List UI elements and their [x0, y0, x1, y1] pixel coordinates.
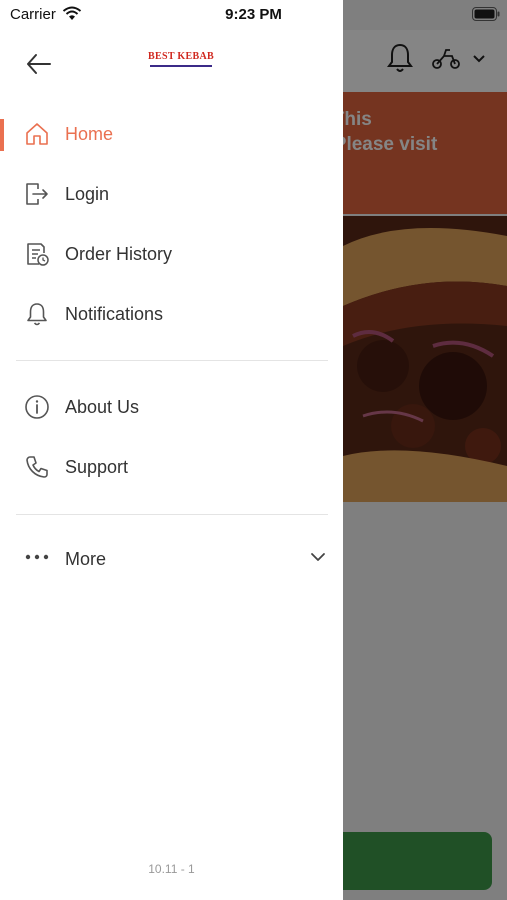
menu-item-support[interactable]: Support [0, 442, 343, 494]
chevron-down-icon[interactable] [310, 552, 326, 562]
bell-icon [27, 303, 47, 326]
menu-divider [16, 514, 328, 515]
menu-item-notifications[interactable]: Notifications [0, 289, 343, 341]
back-arrow-icon[interactable] [24, 49, 54, 79]
menu-label-home: Home [65, 124, 114, 144]
more-dots-icon [25, 554, 49, 560]
app-version: 10.11 - 1 [148, 862, 195, 876]
menu-divider [16, 360, 328, 361]
side-drawer: BEST KEBAB Home Login Order History Noti… [0, 0, 343, 900]
menu-label-more: More [65, 549, 107, 569]
menu-label-notifications: Notifications [65, 304, 164, 324]
menu-label-order-history: Order History [65, 244, 173, 264]
menu-label-about-us: About Us [65, 397, 140, 417]
brand-logo: BEST KEBAB [148, 49, 214, 73]
battery-icon [472, 7, 500, 21]
home-icon [26, 123, 48, 145]
menu-item-about-us[interactable]: About Us [0, 382, 343, 434]
menu-item-login[interactable]: Login [0, 169, 343, 221]
menu-item-home[interactable]: Home [0, 109, 343, 161]
status-bar: Carrier 9:23 PM [0, 0, 507, 30]
status-time: 9:23 PM [225, 6, 282, 23]
logo-text: BEST KEBAB [148, 51, 214, 62]
menu-label-login: Login [65, 184, 110, 204]
menu-item-more[interactable]: More [0, 534, 343, 586]
phone-icon [26, 456, 48, 478]
logo-underline [150, 65, 212, 67]
menu-item-order-history[interactable]: Order History [0, 229, 343, 281]
menu-label-support: Support [65, 457, 129, 477]
login-icon [26, 183, 48, 205]
order-history-icon [27, 243, 49, 266]
info-icon [25, 395, 49, 419]
